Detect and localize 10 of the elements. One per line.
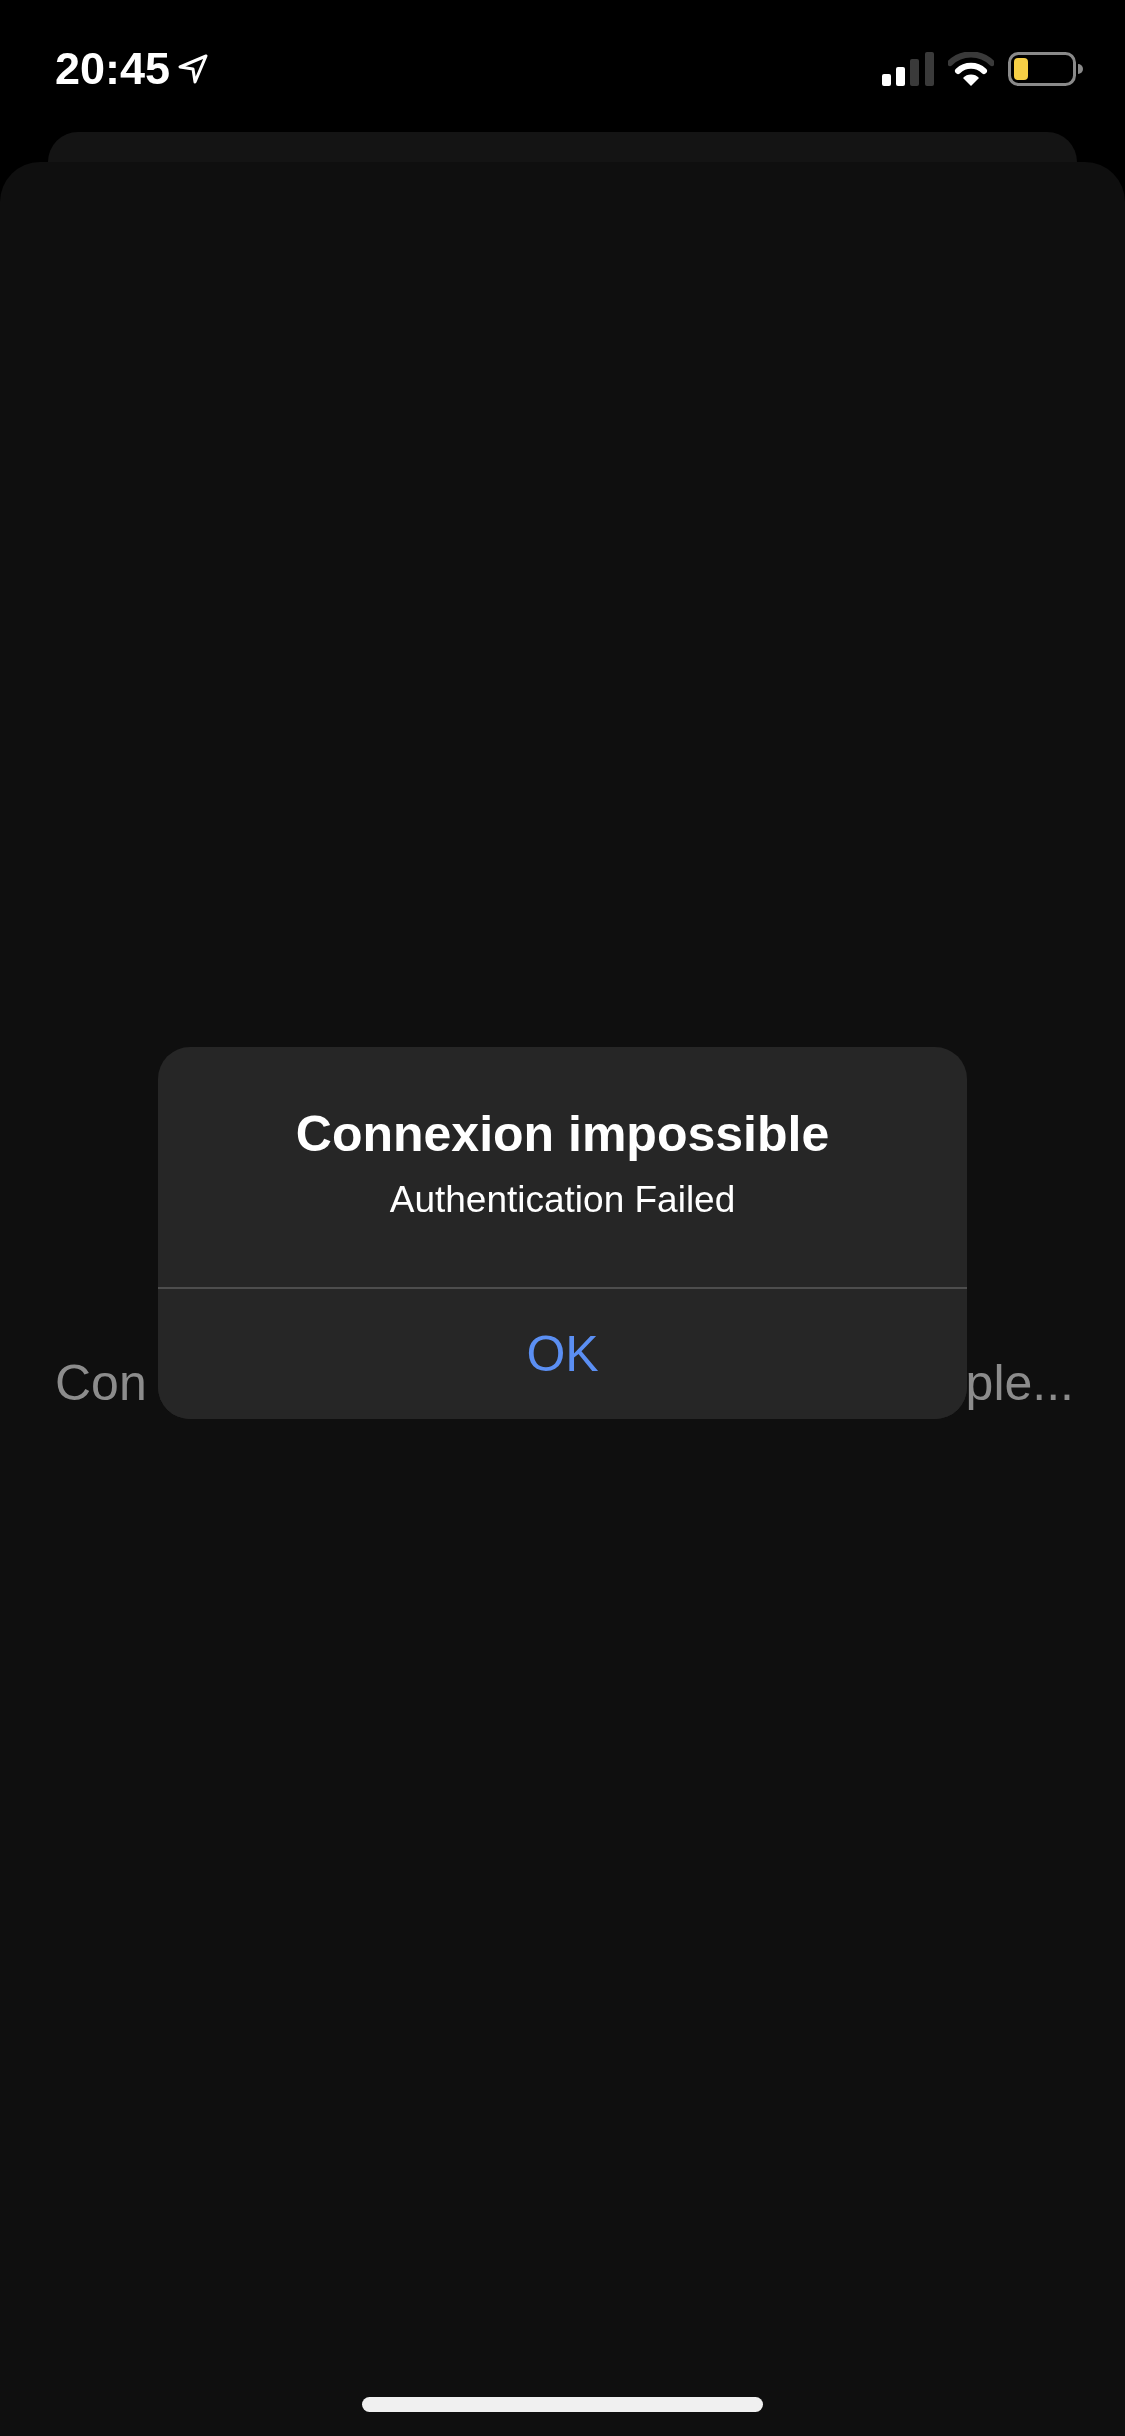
status-message-text: ple... — [965, 1354, 1074, 1413]
wifi-icon — [948, 52, 994, 86]
status-time: 20:45 — [55, 46, 171, 92]
signal-bars-icon — [882, 52, 934, 86]
location-arrow-icon — [178, 54, 209, 84]
alert-message: Authentication Failed — [388, 1178, 737, 1222]
alert-title: Connexion impossible — [294, 1105, 831, 1164]
battery-icon — [1008, 52, 1083, 86]
home-indicator[interactable] — [362, 2397, 763, 2412]
status-message-text: Con — [55, 1354, 147, 1413]
